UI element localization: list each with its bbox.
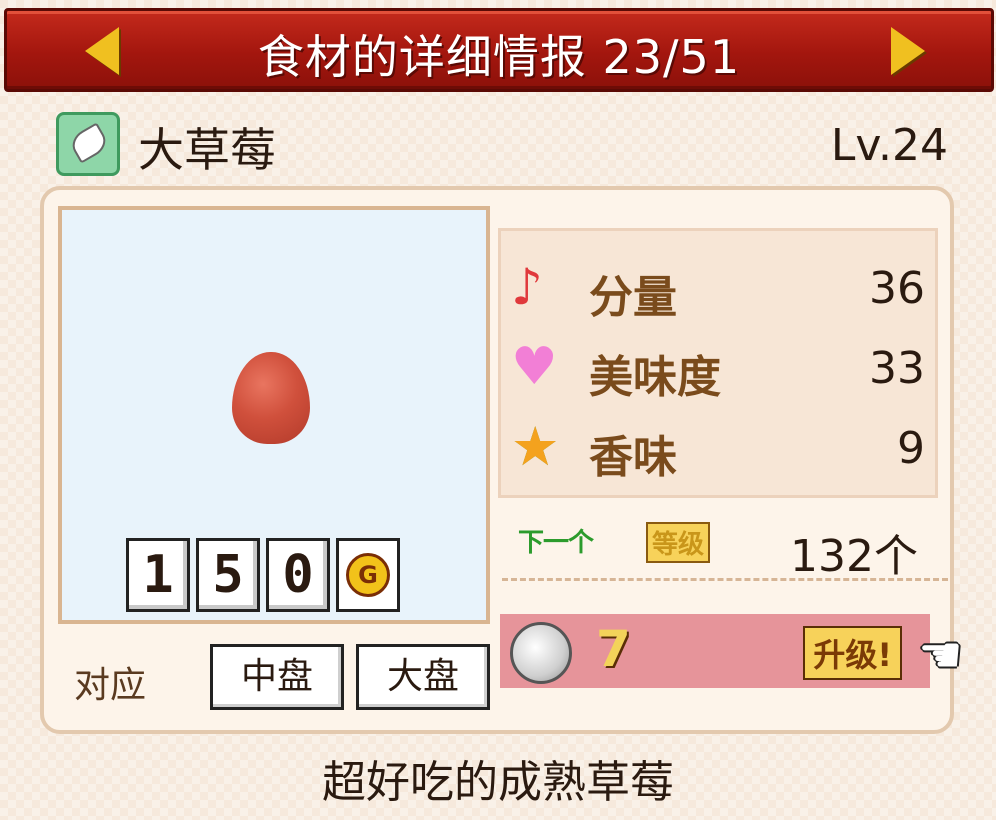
item-description: 超好吃的成熟草莓 (322, 757, 674, 808)
next-tag: 下一个 (518, 528, 594, 558)
gold-icon: G (336, 538, 400, 612)
plate-large-button[interactable]: 大盘 (356, 644, 490, 710)
plate-medium-button[interactable]: 中盘 (210, 644, 344, 710)
star-icon: ★ (511, 415, 560, 478)
stat-row-amount: ♪ 分量 36 (501, 251, 935, 327)
stat-value: 9 (897, 423, 925, 474)
divider (502, 578, 948, 581)
stat-label: 香味 (589, 432, 677, 483)
price-digit: 5 (196, 538, 260, 612)
currency-label: G (346, 553, 390, 597)
next-level-value: 132个 (790, 531, 918, 582)
upgrade-bar[interactable]: 7 升级! (500, 614, 930, 688)
next-arrow-icon[interactable] (891, 27, 925, 75)
price-display: 1 5 0 G (126, 538, 400, 612)
item-level: Lv.24 (830, 120, 948, 171)
stat-row-aroma: ★ 香味 9 (501, 411, 935, 487)
title-bar: 食材的详细情报 23/51 (4, 8, 994, 92)
stat-label: 分量 (589, 272, 677, 323)
stat-value: 33 (869, 343, 925, 394)
coin-count: 7 (596, 620, 631, 678)
item-name: 大草莓 (138, 123, 276, 177)
level-tag: 等级 (646, 522, 711, 563)
stats-box: ♪ 分量 36 ♥ 美味度 33 ★ 香味 9 (498, 228, 938, 498)
price-digit: 0 (266, 538, 330, 612)
stat-value: 36 (869, 263, 925, 314)
leaf-icon (56, 112, 120, 176)
compat-label: 对应 (74, 665, 147, 706)
heart-icon: ♥ (511, 337, 558, 397)
price-digit: 1 (126, 538, 190, 612)
stat-label: 美味度 (589, 352, 721, 403)
page-title: 食材的详细情报 23/51 (257, 30, 741, 84)
silver-coin-icon (510, 622, 572, 684)
upgrade-button[interactable]: 升级! (803, 626, 902, 680)
music-note-icon: ♪ (511, 258, 543, 316)
next-level-row: 下一个 等级 132个 (498, 512, 932, 582)
pointing-hand-icon: ☚ (918, 626, 963, 684)
stat-row-taste: ♥ 美味度 33 (501, 331, 935, 407)
